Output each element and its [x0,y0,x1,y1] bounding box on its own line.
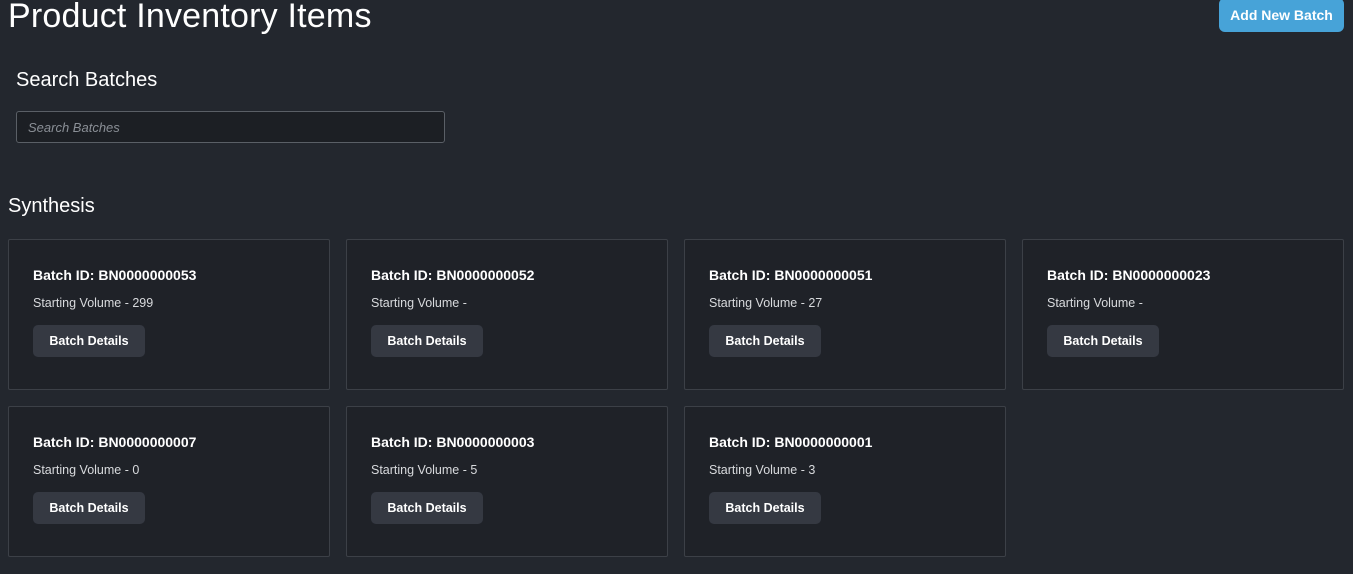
batch-card: Batch ID: BN0000000003 Starting Volume -… [346,406,668,557]
starting-volume-label: Starting Volume - [371,296,467,310]
page-title: Product Inventory Items [8,0,372,35]
batch-id-label: Batch ID: BN0000000023 [1047,267,1211,283]
batch-details-button[interactable]: Batch Details [709,325,821,357]
inventory-page: Product Inventory Items Add New Batch Se… [0,0,1353,574]
starting-volume-label: Starting Volume - 3 [709,463,816,477]
add-new-batch-button[interactable]: Add New Batch [1219,0,1344,32]
starting-volume-label: Starting Volume - 27 [709,296,823,310]
search-input[interactable] [16,111,445,143]
batch-id-label: Batch ID: BN0000000051 [709,267,873,283]
search-heading: Search Batches [16,69,158,91]
batch-card: Batch ID: BN0000000007 Starting Volume -… [8,406,330,557]
section-title: Synthesis [8,195,95,217]
starting-volume-label: Starting Volume - 0 [33,463,140,477]
batch-card-grid: Batch ID: BN0000000053 Starting Volume -… [8,239,1344,557]
batch-id-label: Batch ID: BN0000000007 [33,434,197,450]
batch-details-button[interactable]: Batch Details [371,325,483,357]
batch-details-button[interactable]: Batch Details [709,492,821,524]
starting-volume-label: Starting Volume - 5 [371,463,478,477]
batch-card: Batch ID: BN0000000051 Starting Volume -… [684,239,1006,390]
batch-card: Batch ID: BN0000000053 Starting Volume -… [8,239,330,390]
batch-details-button[interactable]: Batch Details [371,492,483,524]
batch-card: Batch ID: BN0000000023 Starting Volume -… [1022,239,1344,390]
batch-details-button[interactable]: Batch Details [1047,325,1159,357]
batch-id-label: Batch ID: BN0000000052 [371,267,535,283]
batch-id-label: Batch ID: BN0000000003 [371,434,535,450]
batch-details-button[interactable]: Batch Details [33,492,145,524]
batch-details-button[interactable]: Batch Details [33,325,145,357]
batch-id-label: Batch ID: BN0000000001 [709,434,873,450]
batch-card: Batch ID: BN0000000001 Starting Volume -… [684,406,1006,557]
starting-volume-label: Starting Volume - [1047,296,1143,310]
batch-id-label: Batch ID: BN0000000053 [33,267,197,283]
batch-card: Batch ID: BN0000000052 Starting Volume -… [346,239,668,390]
starting-volume-label: Starting Volume - 299 [33,296,154,310]
